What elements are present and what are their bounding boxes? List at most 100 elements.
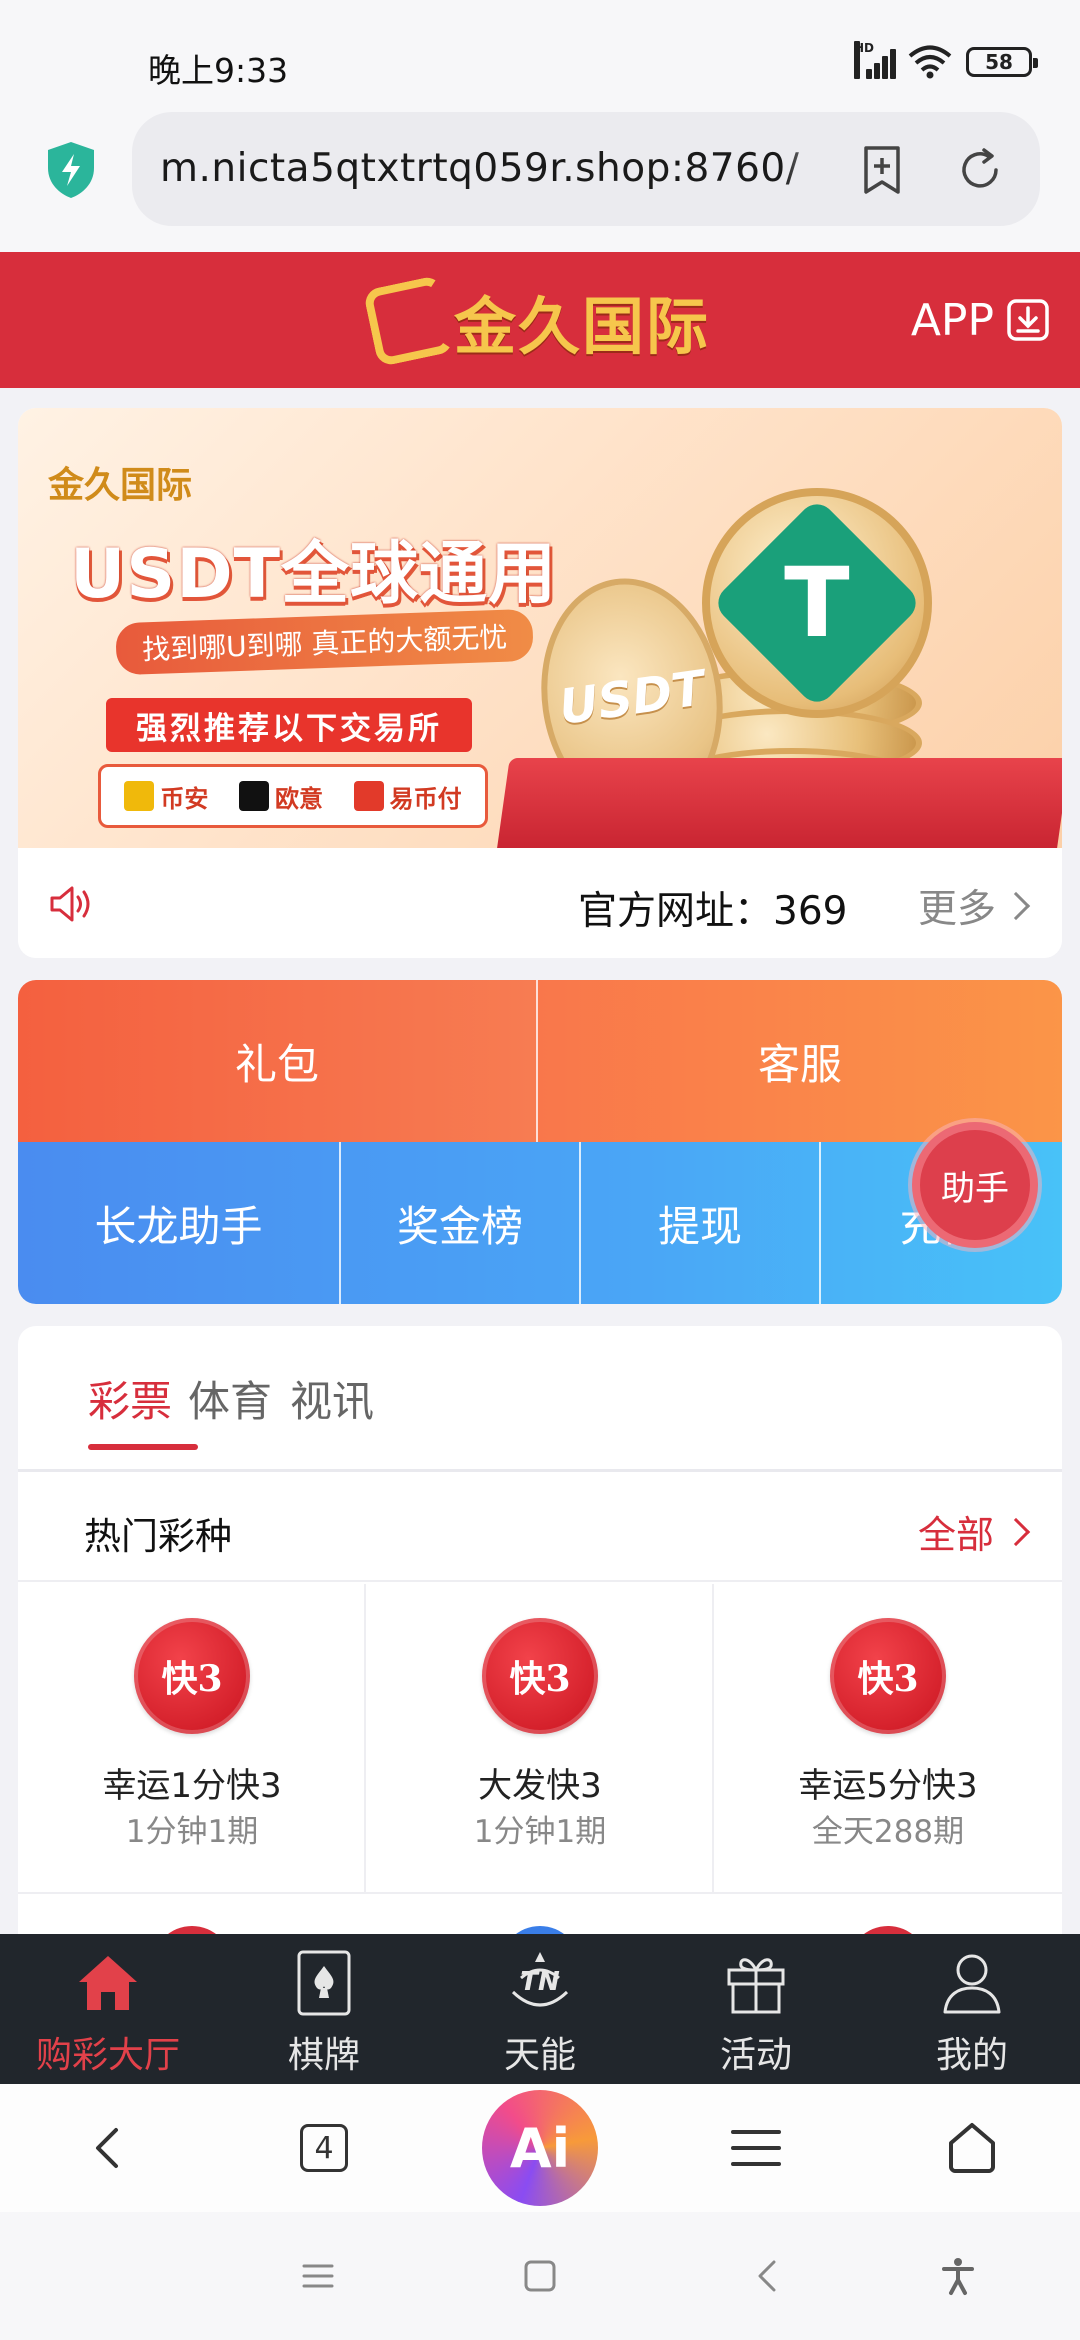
battery-indicator: 58: [966, 47, 1038, 77]
more-button[interactable]: 更多: [918, 878, 1031, 934]
hot-games-header: 热门彩种 全部: [18, 1474, 1062, 1582]
nav-lobby[interactable]: 购彩大厅: [0, 1934, 216, 2084]
game-frequency: 1分钟1期: [125, 1814, 259, 1850]
promo-banner[interactable]: 金久国际 USDT全球通用 找到哪U到哪 真正的大额无忧 强烈推荐以下交易所 币…: [18, 408, 1062, 848]
back-arrow-icon: [96, 2128, 118, 2168]
chevron-right-icon: [1001, 891, 1031, 921]
home-icon: [79, 1956, 137, 2010]
speaker-icon: [50, 886, 90, 922]
ai-button[interactable]: Ai: [432, 2084, 648, 2212]
nav-cards[interactable]: 棋牌: [216, 1934, 432, 2084]
nav-label: 天能: [503, 2035, 576, 2076]
banner-title: USDT全球通用: [70, 535, 558, 614]
wifi-icon: [908, 45, 952, 79]
game-name: 幸运5分快3: [798, 1766, 978, 1806]
tab-count: 4: [300, 2124, 348, 2172]
gift-button[interactable]: 礼包: [18, 980, 538, 1142]
exchange-yibifu: 易币付: [353, 779, 462, 814]
status-bar: 晚上9:33 HD 58: [0, 0, 1080, 100]
app-label: APP: [910, 294, 994, 346]
tn-icon: TN: [511, 1952, 569, 2007]
view-all-button[interactable]: 全部: [918, 1504, 1031, 1559]
k3-dice-icon: 快3: [482, 1618, 598, 1734]
signal-icon: HD: [854, 41, 896, 79]
notice-text: 官方网址：369: [578, 889, 848, 934]
notice-bar[interactable]: 官方网址：369 更多: [18, 848, 1062, 958]
logo-mark-icon: [362, 274, 456, 368]
exchange-list: 币安 欧意 易币付: [98, 764, 488, 828]
menu-button[interactable]: [648, 2084, 864, 2212]
nav-activities[interactable]: 活动: [648, 1934, 864, 2084]
tabs-button[interactable]: 4: [216, 2084, 432, 2212]
system-back-icon[interactable]: [748, 2256, 788, 2296]
nav-label: 我的: [935, 2035, 1008, 2076]
game-name: 大发快3: [478, 1766, 602, 1806]
status-icons: HD 58: [854, 40, 1038, 84]
banner-brand: 金久国际: [48, 464, 193, 506]
nav-tianneng[interactable]: TN 天能: [432, 1934, 648, 2084]
menu-icon: [731, 2130, 781, 2166]
home-outline-icon: [949, 2123, 995, 2173]
banner-card: 金久国际 USDT全球通用 找到哪U到哪 真正的大额无忧 强烈推荐以下交易所 币…: [18, 408, 1062, 958]
brand-logo[interactable]: 金久国际: [362, 274, 711, 368]
tab-sports[interactable]: 体育: [188, 1368, 272, 1429]
game-frequency: 全天288期: [811, 1814, 965, 1850]
game-frequency: 1分钟1期: [473, 1814, 607, 1850]
nav-mine[interactable]: 我的: [864, 1934, 1080, 2084]
binance-logo-icon: [124, 781, 155, 811]
bottom-nav: 购彩大厅 棋牌 TN 天能 活动 我的: [0, 1934, 1080, 2084]
game-grid: 快3 幸运1分快3 1分钟1期 快3 大发快3 1分钟1期 快3 幸运5分快3 …: [18, 1584, 1062, 1894]
refresh-icon[interactable]: [954, 144, 1006, 196]
accessibility-icon[interactable]: [938, 2256, 978, 2296]
nav-label: 购彩大厅: [35, 2035, 180, 2076]
home-square-icon[interactable]: [520, 2256, 560, 2296]
exchange-okx: 欧意: [238, 779, 323, 814]
lottery-card: 彩票 体育 视讯 热门彩种 全部 快3 幸运1分快3 1分钟1期 快3 大发快3…: [18, 1326, 1062, 1936]
exchange-binance: 币安: [124, 779, 208, 814]
back-button[interactable]: [0, 2084, 216, 2212]
game-tile[interactable]: 快3 大发快3 1分钟1期: [366, 1584, 714, 1894]
game-tile[interactable]: 快3 幸运1分快3 1分钟1期: [18, 1584, 366, 1894]
red-gift-box: [494, 758, 1062, 848]
grid-divider: [18, 1892, 1062, 1894]
assistant-float-button[interactable]: 助手: [912, 1122, 1038, 1248]
add-bookmark-icon[interactable]: [856, 144, 908, 196]
network-type: HD: [854, 41, 874, 79]
banner-subtitle: 找到哪U到哪 真正的大额无忧: [115, 608, 535, 676]
section-title: 热门彩种: [84, 1515, 232, 1558]
nav-label: 活动: [719, 2035, 792, 2076]
long-dragon-button[interactable]: 长龙助手: [18, 1142, 341, 1304]
customer-service-button[interactable]: 客服: [538, 980, 1062, 1142]
chevron-right-icon: [1001, 1517, 1031, 1546]
gift-icon: [727, 1958, 785, 2014]
yibifu-logo-icon: [353, 781, 384, 811]
withdraw-button[interactable]: 提现: [581, 1142, 821, 1304]
game-name: 幸运1分快3: [102, 1766, 282, 1806]
nav-label: 棋牌: [287, 2035, 360, 2076]
status-time: 晚上9:33: [148, 51, 289, 90]
app-download-button[interactable]: APP: [911, 292, 1050, 348]
quick-actions-bottom: 长龙助手 奖金榜 提现 充值: [18, 1142, 1062, 1304]
shield-icon[interactable]: [44, 140, 98, 200]
home-button[interactable]: [864, 2084, 1080, 2212]
tether-coin-icon: T: [702, 488, 932, 718]
banner-recommend: 强烈推荐以下交易所: [106, 698, 472, 752]
tab-live[interactable]: 视讯: [290, 1368, 374, 1429]
site-header: 金久国际 APP: [0, 252, 1080, 388]
category-tabs: 彩票 体育 视讯: [18, 1326, 1062, 1472]
rewards-button[interactable]: 奖金榜: [341, 1142, 581, 1304]
game-tile[interactable]: 快3 幸运5分快3 全天288期: [714, 1584, 1062, 1894]
k3-dice-icon: 快3: [830, 1618, 946, 1734]
url-field[interactable]: m.nicta5qtxtrtq059r.shop:8760/: [132, 112, 1040, 226]
url-text[interactable]: m.nicta5qtxtrtq059r.shop:8760/: [160, 146, 800, 191]
okx-logo-icon: [238, 781, 269, 811]
recent-apps-icon[interactable]: [298, 2256, 338, 2296]
tab-underline: [88, 1444, 198, 1450]
system-nav-bar: [0, 2212, 1080, 2340]
quick-actions-top: 礼包 客服: [18, 980, 1062, 1142]
cards-icon: [297, 1950, 351, 2016]
tab-lottery[interactable]: 彩票: [88, 1368, 172, 1429]
browser-url-area: m.nicta5qtxtrtq059r.shop:8760/: [0, 100, 1080, 252]
download-icon: [1007, 299, 1049, 341]
brand-name: 金久国际: [454, 290, 711, 363]
